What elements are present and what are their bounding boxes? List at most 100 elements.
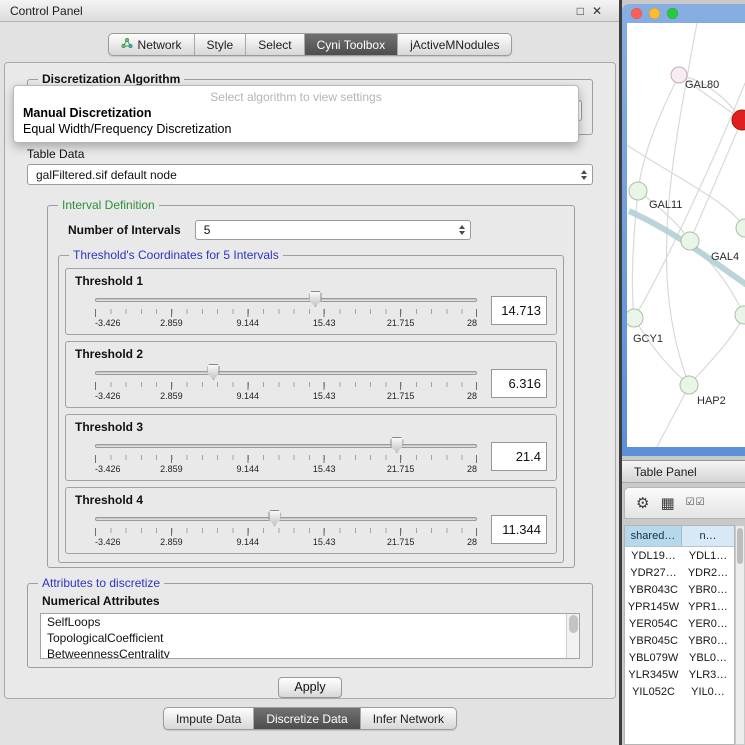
tab-network[interactable]: Network [109, 34, 195, 55]
tab-infer-network[interactable]: Infer Network [361, 708, 456, 729]
slider-tick-labels: -3.426 2.859 9.144 15.43 21.715 28 [95, 464, 477, 475]
close-window-icon[interactable]: ✕ [592, 4, 602, 18]
tab-jactivemnodules[interactable]: jActiveMNodules [398, 34, 511, 55]
threshold-2-value-field[interactable] [491, 369, 547, 398]
table-row[interactable]: YLR345WYLR3… [625, 666, 734, 683]
tab-cyni-toolbox[interactable]: Cyni Toolbox [305, 34, 398, 55]
node-label-gal11[interactable]: GAL11 [649, 199, 682, 211]
cell-shared-name: YER054C [625, 618, 682, 630]
threshold-3-value-field[interactable] [491, 442, 547, 471]
scrollbar-thumb[interactable] [737, 528, 743, 564]
node-label-gal4[interactable]: GAL4 [711, 251, 739, 263]
threshold-1-value-field[interactable] [491, 296, 547, 325]
cell-shared-name: YIL052C [625, 686, 682, 698]
threshold-4-slider[interactable]: -3.426 2.859 9.144 15.43 21.715 28 [95, 508, 477, 550]
cell-name: YBL0… [682, 652, 734, 664]
table-row[interactable]: YPR145WYPR1… [625, 598, 734, 615]
list-item-topologicalcoefficient[interactable]: TopologicalCoefficient [41, 630, 579, 646]
list-item-betweennesscentrality[interactable]: BetweennessCentrality [41, 646, 579, 659]
table-data-select[interactable]: galFiltered.sif default node [27, 164, 593, 185]
tick-label: 28 [467, 537, 477, 547]
network-window-titlebar[interactable] [622, 4, 745, 23]
tab-network-label: Network [138, 38, 182, 52]
float-window-icon[interactable]: □ [577, 4, 584, 18]
table-row[interactable]: YBL079WYBL0… [625, 649, 734, 666]
table-row[interactable]: YBR045CYBR0… [625, 632, 734, 649]
attributes-list: SelfLoops TopologicalCoefficient Between… [40, 613, 580, 659]
network-window: GAL80 GAL11 GAL4 GCY1 HAP2 [622, 4, 745, 456]
apply-button[interactable]: Apply [278, 677, 342, 698]
threshold-2-slider-thumb[interactable] [207, 364, 220, 380]
table-row[interactable]: YDR27…YDR2… [625, 564, 734, 581]
interval-definition-group-title: Interval Definition [58, 198, 159, 212]
cell-name: YLR3… [682, 669, 734, 681]
slider-track[interactable] [95, 517, 477, 521]
tab-discretize-data-label: Discretize Data [266, 712, 347, 726]
table-data-value: galFiltered.sif default node [36, 168, 177, 182]
gear-icon[interactable]: ⚙ [636, 496, 649, 511]
slider-track[interactable] [95, 371, 477, 375]
table-scrollbar[interactable] [735, 525, 745, 745]
number-of-intervals-value: 5 [204, 223, 211, 237]
threshold-2-slider[interactable]: -3.426 2.859 9.144 15.43 21.715 28 [95, 362, 477, 404]
tick-label: 15.43 [313, 464, 336, 474]
slider-track[interactable] [95, 444, 477, 448]
threshold-1-box: Threshold 1 -3.426 2.859 9.144 15.43 [65, 268, 557, 335]
cell-shared-name: YBR043C [625, 584, 682, 596]
combo-arrows-icon [453, 225, 465, 235]
close-traffic-light-icon[interactable] [631, 8, 642, 19]
cell-shared-name: YLR345W [625, 669, 682, 681]
table-row[interactable]: YDL19…YDL1… [625, 547, 734, 564]
tick-label: 2.859 [160, 537, 183, 547]
slider-ticks [95, 528, 477, 536]
column-header-shared-name[interactable]: shared… [625, 526, 682, 546]
table-panel-header[interactable]: Table Panel [622, 460, 745, 483]
threshold-1-slider-thumb[interactable] [309, 291, 322, 307]
tick-label: 9.144 [237, 464, 260, 474]
cell-name: YIL0… [682, 686, 734, 698]
tab-style[interactable]: Style [195, 34, 247, 55]
tab-impute-data[interactable]: Impute Data [164, 708, 254, 729]
table-row[interactable]: YBR043CYBR0… [625, 581, 734, 598]
slider-track[interactable] [95, 298, 477, 302]
slider-ticks [95, 309, 477, 317]
network-canvas[interactable]: GAL80 GAL11 GAL4 GCY1 HAP2 [627, 23, 745, 447]
minimize-traffic-light-icon[interactable] [649, 8, 660, 19]
menu-item-manual-discretization[interactable]: Manual Discretization [14, 105, 578, 121]
threshold-2-box: Threshold 2 -3.426 2.859 9.144 15.43 [65, 341, 557, 408]
cell-shared-name: YBR045C [625, 635, 682, 647]
threshold-3-slider-thumb[interactable] [390, 437, 403, 453]
threshold-3-slider[interactable]: -3.426 2.859 9.144 15.43 21.715 28 [95, 435, 477, 477]
tab-discretize-data[interactable]: Discretize Data [254, 708, 360, 729]
column-header-name[interactable]: n… [682, 526, 734, 546]
control-panel-titlebar[interactable]: Control Panel □ ✕ [0, 0, 620, 22]
tick-label: 15.43 [313, 391, 336, 401]
tick-label: 21.715 [387, 318, 415, 328]
tick-label: 21.715 [387, 537, 415, 547]
attributes-group: Attributes to discretize Numerical Attri… [27, 583, 593, 668]
slider-tick-labels: -3.426 2.859 9.144 15.43 21.715 28 [95, 537, 477, 548]
tab-select[interactable]: Select [246, 34, 304, 55]
tick-label: 9.144 [237, 391, 260, 401]
columns-icon[interactable]: ▦ [660, 496, 674, 511]
threshold-4-value-field[interactable] [491, 515, 547, 544]
node-label-gcy1[interactable]: GCY1 [633, 333, 663, 345]
select-columns-icon[interactable]: ☑☑ [686, 498, 706, 508]
menu-item-equal-width-frequency[interactable]: Equal Width/Frequency Discretization [14, 121, 578, 137]
threshold-1-slider[interactable]: -3.426 2.859 9.144 15.43 21.715 28 [95, 289, 477, 331]
bottom-tab-segment: Impute Data Discretize Data Infer Networ… [163, 707, 457, 730]
list-item-selfloops[interactable]: SelfLoops [41, 614, 579, 630]
zoom-traffic-light-icon[interactable] [667, 8, 678, 19]
table-row[interactable]: YER054CYER0… [625, 615, 734, 632]
table-header-row: shared… n… [625, 526, 734, 547]
attributes-list-scrollbar[interactable] [566, 614, 579, 658]
number-of-intervals-select[interactable]: 5 [195, 220, 471, 240]
node-label-hap2[interactable]: HAP2 [697, 395, 726, 407]
scrollbar-thumb[interactable] [569, 615, 578, 633]
threshold-2-label: Threshold 2 [75, 347, 547, 361]
node-label-gal80[interactable]: GAL80 [685, 79, 719, 91]
threshold-4-slider-thumb[interactable] [268, 510, 281, 526]
thresholds-group: Threshold's Coordinates for 5 Intervals … [58, 255, 564, 563]
table-row[interactable]: YIL052CYIL0… [625, 683, 734, 700]
tab-infer-network-label: Infer Network [373, 712, 444, 726]
